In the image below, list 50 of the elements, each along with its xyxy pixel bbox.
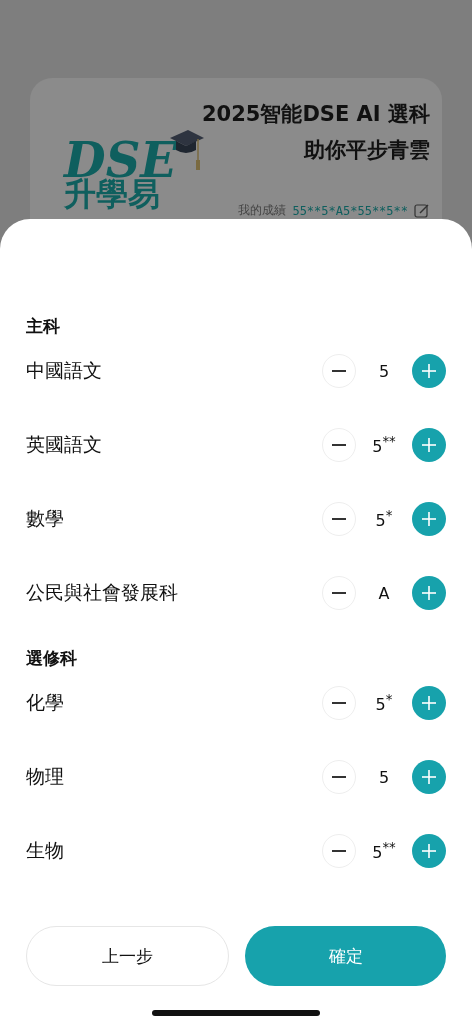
section-title: 選修科 (26, 647, 78, 669)
subject-name: 英國語文 (26, 432, 103, 457)
plus-icon (422, 586, 436, 600)
scores-label: 我的成績 (238, 202, 287, 219)
subject-name: 生物 (26, 838, 65, 863)
plus-icon (422, 364, 436, 378)
grade-value: 5$^{*}$ (374, 507, 394, 531)
increase-button[interactable] (412, 834, 446, 868)
plus-icon (422, 512, 436, 526)
subject-name: 化學 (26, 690, 65, 715)
decrease-button[interactable] (322, 686, 356, 720)
banner-title: 2025智能DSE AI 選科 (201, 101, 430, 128)
subject-name: 物理 (26, 764, 65, 789)
increase-button[interactable] (412, 686, 446, 720)
grade-value: 5 (377, 767, 391, 787)
subject-name: 數學 (26, 506, 65, 531)
decrease-button[interactable] (322, 576, 356, 610)
plus-icon (422, 844, 436, 858)
minus-icon (332, 592, 346, 594)
minus-icon (332, 776, 346, 778)
subject-name: 中國語文 (26, 358, 103, 383)
minus-icon (332, 370, 346, 372)
grade-value: 5 (377, 361, 391, 381)
minus-icon (332, 850, 346, 852)
grade-value: 5$^{**}$ (371, 433, 397, 457)
increase-button[interactable] (412, 428, 446, 462)
increase-button[interactable] (412, 502, 446, 536)
plus-icon (422, 438, 436, 452)
decrease-button[interactable] (322, 760, 356, 794)
edit-icon[interactable] (414, 202, 430, 219)
decrease-button[interactable] (322, 834, 356, 868)
minus-icon (332, 444, 346, 446)
decrease-button[interactable] (322, 354, 356, 388)
decrease-button[interactable] (322, 428, 356, 462)
increase-button[interactable] (412, 354, 446, 388)
banner-title: 助你平步青雲 (304, 137, 430, 164)
grade-value: A (377, 583, 391, 603)
increase-button[interactable] (412, 576, 446, 610)
minus-icon (332, 518, 346, 520)
plus-icon (422, 770, 436, 784)
back-button[interactable]: 上一步 (26, 926, 229, 986)
grade-value: 5$^{*}$ (374, 691, 394, 715)
section-title: 主科 (26, 315, 61, 337)
decrease-button[interactable] (322, 502, 356, 536)
plus-icon (422, 696, 436, 710)
subject-name: 公民與社會發展科 (26, 580, 179, 605)
scores-value: 55**5*A5*55**5** (292, 203, 408, 218)
minus-icon (332, 702, 346, 704)
increase-button[interactable] (412, 760, 446, 794)
grade-value: 5$^{**}$ (371, 839, 397, 863)
